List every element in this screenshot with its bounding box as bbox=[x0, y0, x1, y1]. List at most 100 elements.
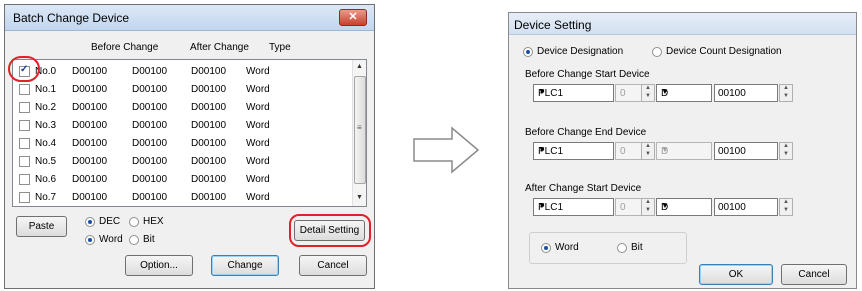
station-value: 0 bbox=[620, 202, 626, 213]
scroll-thumb[interactable]: ≡ bbox=[354, 76, 366, 184]
type-value: Word bbox=[246, 138, 270, 149]
type-value: Word bbox=[246, 120, 270, 131]
before-end-device: D00100 bbox=[132, 192, 168, 203]
spin-arrows-icon[interactable]: ▲ ▼ bbox=[779, 142, 793, 160]
column-header-after-change: After Change bbox=[190, 42, 249, 53]
address-value: 00100 bbox=[718, 88, 746, 99]
paste-button[interactable]: Paste bbox=[16, 216, 67, 237]
word-radio[interactable] bbox=[541, 243, 551, 253]
bit-radio[interactable] bbox=[617, 243, 627, 253]
row-checkbox[interactable] bbox=[19, 120, 30, 131]
list-item[interactable]: No.4 D00100 D00100 D00100 Word bbox=[13, 135, 353, 153]
title-bar: Device Setting bbox=[509, 13, 856, 35]
right-arrow-icon bbox=[413, 126, 480, 174]
after-start-device-type-select[interactable]: D ▼ bbox=[656, 198, 712, 216]
after-device: D00100 bbox=[191, 66, 227, 77]
before-end-plc-select[interactable]: PLC1 ▼ bbox=[533, 142, 614, 160]
before-start-station-field: 0 bbox=[615, 84, 642, 102]
bit-label: Bit bbox=[631, 242, 643, 253]
dropdown-arrow-icon: ▼ bbox=[661, 145, 669, 154]
device-designation-radio[interactable] bbox=[523, 47, 533, 57]
row-label: No.6 bbox=[35, 174, 57, 185]
dec-radio[interactable] bbox=[85, 217, 95, 227]
grip-icon: ≡ bbox=[357, 123, 362, 132]
spin-arrows-icon[interactable]: ▲ ▼ bbox=[641, 84, 655, 102]
type-value: Word bbox=[246, 174, 270, 185]
column-header-type: Type bbox=[269, 42, 291, 53]
device-count-designation-radio[interactable] bbox=[652, 47, 662, 57]
option-button[interactable]: Option... bbox=[125, 255, 193, 276]
vertical-scrollbar[interactable]: ▲ ≡ ▼ bbox=[352, 60, 366, 206]
list-item[interactable]: No.0D00100D00100D00100Word bbox=[13, 63, 353, 81]
after-start-address-input[interactable]: 00100 bbox=[714, 198, 778, 216]
ok-button[interactable]: OK bbox=[699, 264, 773, 285]
type-value: Word bbox=[246, 156, 270, 167]
cancel-button[interactable]: Cancel bbox=[781, 264, 847, 285]
row-checkbox[interactable] bbox=[19, 84, 30, 95]
change-button[interactable]: Change bbox=[211, 255, 279, 276]
list-item[interactable]: No.7 D00100 D00100 D00100 Word bbox=[13, 189, 353, 206]
cancel-button[interactable]: Cancel bbox=[299, 255, 367, 276]
list-item[interactable]: No.1 D00100 D00100 D00100 Word bbox=[13, 81, 353, 99]
dec-label: DEC bbox=[99, 216, 121, 227]
before-end-address-input[interactable]: 00100 bbox=[714, 142, 778, 160]
before-start-device-type-select[interactable]: D ▼ bbox=[656, 84, 712, 102]
before-end-device-type-select: D ▼ bbox=[656, 142, 712, 160]
column-header-before-change: Before Change bbox=[91, 42, 159, 53]
before-device: D00100 bbox=[72, 102, 108, 113]
detail-setting-highlight bbox=[289, 214, 371, 247]
type-value: Word bbox=[246, 66, 270, 77]
after-device: D00100 bbox=[191, 102, 227, 113]
dialog-title: Batch Change Device bbox=[13, 11, 130, 25]
spin-arrows-icon: ▲ ▼ bbox=[641, 142, 655, 160]
scroll-down-icon[interactable]: ▼ bbox=[356, 194, 363, 201]
row-label: No.5 bbox=[35, 156, 57, 167]
after-start-station-field: 0 bbox=[615, 198, 642, 216]
spin-arrows-icon[interactable]: ▲ ▼ bbox=[779, 198, 793, 216]
row-checkbox[interactable] bbox=[19, 156, 30, 167]
hex-radio[interactable] bbox=[129, 217, 139, 227]
before-end-device: D00100 bbox=[132, 120, 168, 131]
before-device: D00100 bbox=[72, 120, 108, 131]
after-device: D00100 bbox=[191, 120, 227, 131]
scroll-up-icon[interactable]: ▲ bbox=[356, 63, 363, 70]
after-device: D00100 bbox=[191, 84, 227, 95]
list-item[interactable]: No.5 D00100 D00100 D00100 Word bbox=[13, 153, 353, 171]
spin-arrows-icon[interactable]: ▲ ▼ bbox=[779, 84, 793, 102]
before-end-device: D00100 bbox=[132, 102, 168, 113]
dropdown-arrow-icon: ▼ bbox=[538, 87, 546, 96]
row-checkbox[interactable] bbox=[19, 192, 30, 203]
hex-label: HEX bbox=[143, 216, 164, 227]
bit-radio[interactable] bbox=[129, 235, 139, 245]
type-value: Word bbox=[246, 84, 270, 95]
list-item[interactable]: No.3 D00100 D00100 D00100 Word bbox=[13, 117, 353, 135]
address-value: 00100 bbox=[718, 202, 746, 213]
dropdown-arrow-icon: ▼ bbox=[661, 201, 669, 210]
row-label: No.1 bbox=[35, 84, 57, 95]
after-start-plc-select[interactable]: PLC1 ▼ bbox=[533, 198, 614, 216]
before-start-address-input[interactable]: 00100 bbox=[714, 84, 778, 102]
word-radio[interactable] bbox=[85, 235, 95, 245]
row-checkbox[interactable] bbox=[19, 102, 30, 113]
list-item[interactable]: No.2 D00100 D00100 D00100 Word bbox=[13, 99, 353, 117]
station-value: 0 bbox=[620, 146, 626, 157]
word-label: Word bbox=[555, 242, 579, 253]
data-type-group bbox=[529, 232, 687, 264]
row-checkbox[interactable] bbox=[19, 138, 30, 149]
after-start-label: After Change Start Device bbox=[525, 183, 642, 194]
after-device: D00100 bbox=[191, 138, 227, 149]
word-label: Word bbox=[99, 234, 123, 245]
type-value: Word bbox=[246, 102, 270, 113]
title-bar: Batch Change Device ✕ bbox=[5, 5, 374, 31]
before-start-plc-select[interactable]: PLC1 ▼ bbox=[533, 84, 614, 102]
type-value: Word bbox=[246, 192, 270, 203]
row-checkbox[interactable] bbox=[19, 174, 30, 185]
close-button[interactable]: ✕ bbox=[339, 9, 367, 26]
before-device: D00100 bbox=[72, 84, 108, 95]
spin-arrows-icon[interactable]: ▲ ▼ bbox=[641, 198, 655, 216]
list-item[interactable]: No.6 D00100 D00100 D00100 Word bbox=[13, 171, 353, 189]
row-label: No.3 bbox=[35, 120, 57, 131]
after-device: D00100 bbox=[191, 174, 227, 185]
device-list[interactable]: No.0D00100D00100D00100WordNo.1D00100D001… bbox=[12, 59, 367, 207]
before-end-device: D00100 bbox=[132, 138, 168, 149]
